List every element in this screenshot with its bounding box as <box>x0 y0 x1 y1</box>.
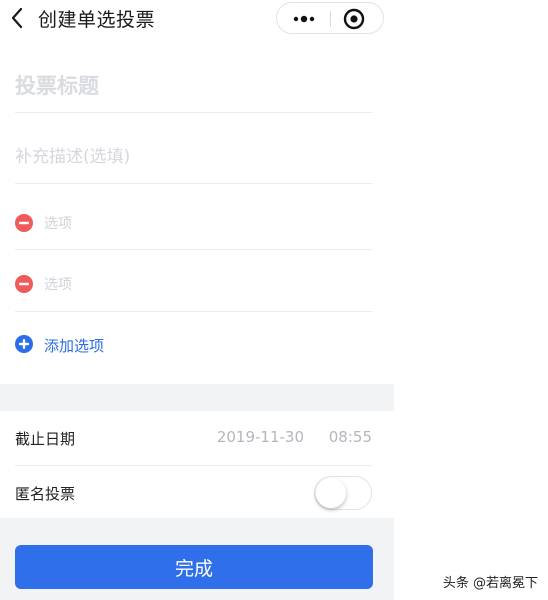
anonymous-toggle[interactable] <box>314 476 372 510</box>
option-row: 选项 <box>15 211 372 235</box>
record-circle-icon[interactable] <box>343 8 365 30</box>
vote-description-input[interactable]: 补充描述(选填) <box>15 142 372 170</box>
divider <box>15 183 372 184</box>
anonymous-row: 匿名投票 <box>15 473 372 513</box>
chevron-left-icon[interactable] <box>6 3 28 33</box>
remove-circle-icon[interactable] <box>15 275 33 293</box>
mini-program-capsule <box>276 2 384 34</box>
divider <box>15 249 372 250</box>
more-dots-icon[interactable] <box>291 11 317 27</box>
section-gap <box>0 384 394 411</box>
toggle-knob <box>316 478 346 508</box>
deadline-row[interactable]: 截止日期 2019-11-30 08:55 <box>15 418 372 458</box>
remove-circle-icon[interactable] <box>15 214 33 232</box>
add-option-label: 添加选项 <box>44 337 105 355</box>
nav-bar: 创建单选投票 <box>0 0 394 40</box>
deadline-date-picker[interactable]: 2019-11-30 <box>217 428 304 446</box>
divider <box>15 311 372 312</box>
done-button[interactable]: 完成 <box>15 545 373 589</box>
capsule-divider <box>330 11 331 27</box>
option-row: 选项 <box>15 272 372 296</box>
anonymous-label: 匿名投票 <box>15 485 76 503</box>
deadline-time-picker[interactable]: 08:55 <box>329 428 372 446</box>
deadline-label: 截止日期 <box>15 430 76 448</box>
watermark-text: 头条 @若离冕下 <box>442 576 538 591</box>
page-title: 创建单选投票 <box>38 9 156 31</box>
add-option-button[interactable]: 添加选项 <box>15 334 215 356</box>
divider <box>15 465 372 466</box>
vote-title-input[interactable]: 投票标题 <box>15 70 372 110</box>
divider <box>15 112 372 113</box>
vote-create-screen: 创建单选投票 投票标题 补充描述(选填) 选项 选项 添加选项 截止日期 201… <box>0 0 394 600</box>
option-input[interactable]: 选项 <box>44 274 72 294</box>
option-input[interactable]: 选项 <box>44 213 72 233</box>
add-circle-icon <box>15 335 33 353</box>
